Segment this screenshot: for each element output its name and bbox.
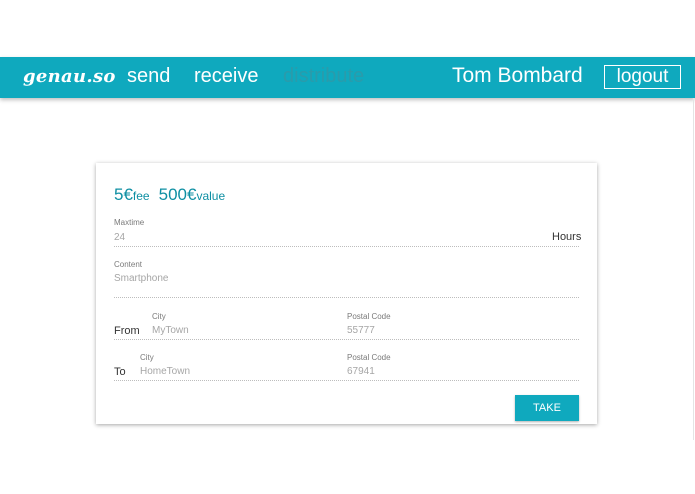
take-button[interactable]: TAKE: [515, 395, 579, 421]
content-field[interactable]: Smartphone: [114, 273, 168, 284]
from-city-label: City: [152, 312, 166, 321]
from-postal-field[interactable]: 55777: [347, 325, 375, 336]
to-postal-label: Postal Code: [347, 353, 391, 362]
from-label: From: [114, 325, 140, 337]
logout-button[interactable]: logout: [604, 65, 681, 89]
nav-distribute[interactable]: distribute: [283, 65, 364, 88]
from-postal-label: Postal Code: [347, 312, 391, 321]
maxtime-field[interactable]: 24: [114, 232, 125, 243]
to-city-field[interactable]: HomeTown: [140, 366, 190, 377]
nav-receive[interactable]: receive: [194, 65, 258, 88]
nav-send[interactable]: send: [127, 65, 170, 88]
to-city-label: City: [140, 353, 154, 362]
offer-card: 5€fee 500€value Maxtime 24 Hours Content …: [96, 163, 597, 424]
to-label: To: [114, 366, 126, 378]
fee-label: fee: [132, 189, 150, 203]
price-summary: 5€fee 500€value: [114, 185, 225, 205]
maxtime-unit: Hours: [552, 231, 582, 243]
brand-logo[interactable]: genau.so: [23, 66, 116, 87]
to-underline: [114, 380, 579, 381]
page-edge-divider: [693, 98, 694, 440]
content-label: Content: [114, 260, 143, 269]
maxtime-label: Maxtime: [114, 218, 145, 227]
content-underline: [114, 297, 579, 298]
value-label: value: [196, 189, 226, 203]
user-name: Tom Bombard: [452, 64, 583, 87]
from-city-field[interactable]: MyTown: [152, 325, 189, 336]
value-amount: 500€: [158, 185, 197, 204]
fee-amount: 5€: [114, 185, 133, 204]
top-navbar: genau.so send receive distribute Tom Bom…: [0, 57, 695, 98]
to-postal-field[interactable]: 67941: [347, 366, 375, 377]
maxtime-underline: [114, 246, 579, 247]
from-underline: [114, 339, 579, 340]
